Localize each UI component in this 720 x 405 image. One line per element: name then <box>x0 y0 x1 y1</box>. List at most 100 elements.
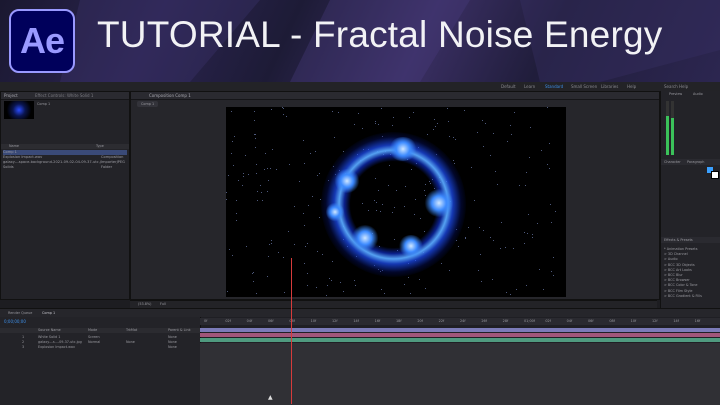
column-type[interactable]: Type <box>96 144 104 148</box>
effect-category-item[interactable]: > BCC Film Style <box>664 289 692 293</box>
tab-paragraph[interactable]: Paragraph <box>687 160 704 164</box>
star <box>230 111 232 113</box>
star <box>243 176 245 178</box>
workspace-libraries[interactable]: Libraries <box>601 84 618 89</box>
layer-parent[interactable]: None <box>168 340 177 344</box>
effect-category-item[interactable]: > BCC Blur <box>664 273 683 277</box>
star <box>477 131 479 133</box>
layer-number[interactable]: 1 <box>22 335 24 339</box>
item-type: ImporterJPEG <box>101 160 125 164</box>
tab-comp-1[interactable]: Comp 1 <box>42 311 55 315</box>
star <box>478 270 480 272</box>
star <box>427 133 429 135</box>
zoom-dropdown[interactable]: (53.8%) <box>138 302 151 306</box>
ruler-tick-label: 28f <box>502 319 509 323</box>
composition-viewer[interactable] <box>226 107 566 297</box>
star <box>317 251 319 253</box>
tab-effect-controls[interactable]: Effect Controls: White Solid 1 <box>35 93 93 98</box>
star <box>524 242 526 244</box>
workspace-learn[interactable]: Learn <box>524 84 535 89</box>
star <box>464 237 466 239</box>
effect-category-item[interactable]: * Animation Presets <box>664 247 697 251</box>
star <box>269 168 271 170</box>
effect-category-item[interactable]: > BCC Browser <box>664 278 690 282</box>
star <box>232 141 234 143</box>
playhead[interactable] <box>291 258 292 404</box>
star <box>424 288 426 290</box>
tab-effects-presets[interactable]: Effects & Presets <box>664 238 693 242</box>
layer-mode[interactable]: Screen <box>88 335 100 339</box>
effect-category-item[interactable]: > BCC Color & Tone <box>664 283 697 287</box>
tab-project[interactable]: Project <box>4 93 18 98</box>
star <box>489 237 491 239</box>
comp-subtab[interactable]: Comp 1 <box>137 101 159 107</box>
right-panels: Preview Audio Character Paragraph Effect… <box>660 91 720 308</box>
star <box>265 152 267 154</box>
star <box>332 111 334 113</box>
star <box>380 107 382 109</box>
column-name[interactable]: Name <box>9 144 19 148</box>
search-help-input[interactable]: Search Help <box>664 84 688 89</box>
layer-parent[interactable]: None <box>168 345 177 349</box>
star <box>254 119 255 121</box>
star <box>448 135 450 137</box>
workspace-small-screen[interactable]: Small Screen <box>571 84 597 89</box>
layer-row[interactable]: 3 Explosion Impact.wav None <box>0 345 200 350</box>
star <box>277 252 279 254</box>
tab-composition[interactable]: Composition Comp 1 <box>149 93 191 98</box>
star <box>309 152 311 154</box>
ruler-tick-label: 24f <box>460 319 466 323</box>
tab-audio[interactable]: Audio <box>693 92 703 96</box>
column-parent[interactable]: Parent & Link <box>168 328 191 332</box>
layer-track-1[interactable] <box>200 328 720 332</box>
list-item[interactable]: Solids Folder <box>3 165 112 170</box>
effect-category-item[interactable]: > Audio <box>664 257 678 261</box>
stroke-color-swatch[interactable] <box>711 171 719 179</box>
timeline-panel: Render Queue Comp 1 0;00;00;00 Source Na… <box>0 308 720 405</box>
current-timecode[interactable]: 0;00;00;00 <box>4 319 26 324</box>
star <box>408 277 410 279</box>
tab-character[interactable]: Character <box>664 160 681 164</box>
star <box>315 151 317 153</box>
layer-track-3[interactable] <box>200 338 720 342</box>
layer-trkmat[interactable]: None <box>126 340 135 344</box>
layer-parent[interactable]: None <box>168 335 177 339</box>
layer-track-2[interactable] <box>200 333 720 337</box>
workspace-default[interactable]: Default <box>501 84 516 89</box>
resolution-dropdown[interactable]: Full <box>160 302 166 306</box>
star <box>505 246 507 248</box>
workspace-help[interactable]: Help <box>627 84 636 89</box>
layer-number[interactable]: 3 <box>22 345 24 349</box>
star <box>234 136 236 138</box>
star <box>311 196 313 198</box>
item-type: Folder <box>101 165 113 169</box>
star <box>493 240 495 242</box>
ruler-tick-label: 04f <box>566 319 573 323</box>
star <box>527 233 529 235</box>
effect-category-item[interactable]: > BCC Art Looks <box>664 268 692 272</box>
column-source-name[interactable]: Source Name <box>38 328 61 332</box>
star <box>255 146 257 148</box>
tab-render-queue[interactable]: Render Queue <box>8 311 32 315</box>
star <box>235 212 237 214</box>
selected-item-name: Comp 1 <box>37 102 51 106</box>
column-mode[interactable]: Mode <box>88 328 97 332</box>
star <box>392 124 394 126</box>
star <box>528 213 530 215</box>
tab-preview[interactable]: Preview <box>669 92 682 96</box>
ruler-tick-label: 14f <box>353 319 359 323</box>
star <box>511 134 512 136</box>
time-ruler[interactable]: 0f 02f 04f 06f 08f 10f 12f 14f 16f 18f 20f 22f 24f 26… <box>200 318 720 325</box>
timeline-work-area[interactable] <box>200 343 720 405</box>
ruler-tick-label: 04f <box>246 319 253 323</box>
layer-mode[interactable]: Normal <box>88 340 100 344</box>
workspace-standard[interactable]: Standard <box>545 84 563 89</box>
effect-category-item[interactable]: > BCC 3D Objects <box>664 263 695 267</box>
layer-number[interactable]: 2 <box>22 340 24 344</box>
star <box>232 165 234 167</box>
item-type: Composition <box>101 155 124 159</box>
column-trkmat[interactable]: TrkMat <box>126 328 137 332</box>
ruler-tick-label: 16f <box>694 319 701 323</box>
effect-category-item[interactable]: > 3D Channel <box>664 252 688 256</box>
effect-category-item[interactable]: > BCC Gradient & Fills <box>664 294 702 298</box>
